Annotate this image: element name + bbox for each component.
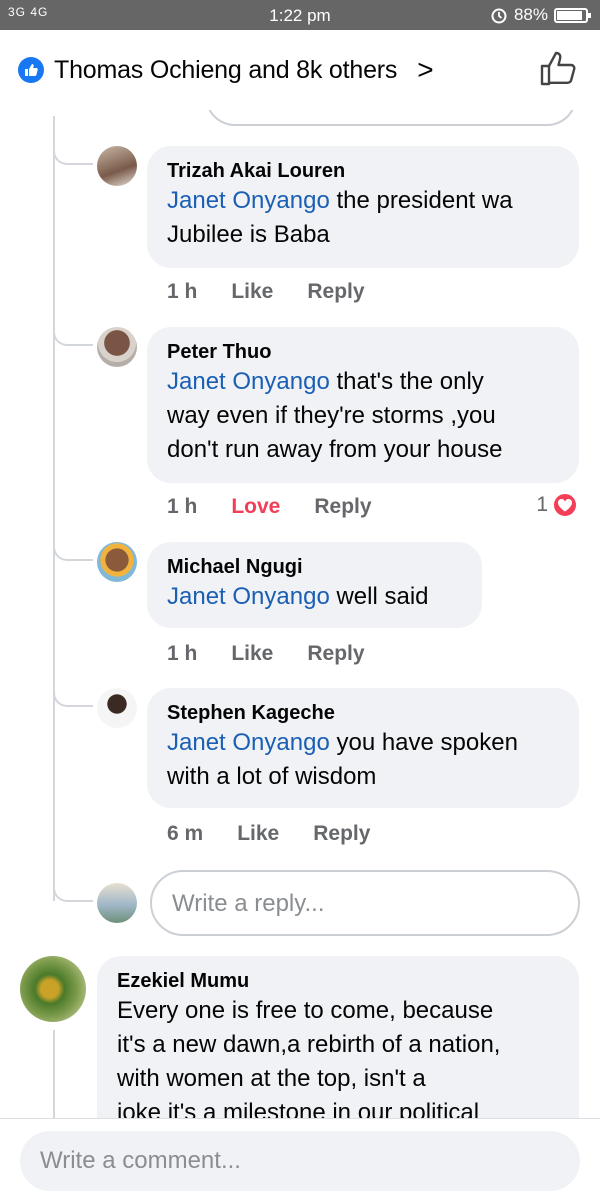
status-right: 88% <box>490 5 591 25</box>
mention-link[interactable]: Janet Onyango <box>167 729 330 756</box>
reply-text-line: you have spoken <box>329 729 518 756</box>
reply-text-line: Jubilee is Baba <box>167 221 330 248</box>
reply-bubble[interactable]: Peter Thuo Janet Onyango that's the only… <box>147 327 579 483</box>
comment-text-line: it's a new dawn,a rebirth of a nation, <box>117 1031 501 1058</box>
like-button[interactable]: Like <box>231 280 273 304</box>
thread-connector <box>53 677 93 707</box>
likes-summary-link[interactable]: Thomas Ochieng and 8k others > <box>18 54 434 86</box>
reply-button[interactable]: Reply <box>307 642 364 666</box>
reply-text: Janet Onyango the president wa Jubilee is… <box>167 184 559 252</box>
reply-bubble[interactable]: Stephen Kageche Janet Onyango you have s… <box>147 688 579 808</box>
status-bar: 3G 4G 1:22 pm 88% <box>0 0 600 30</box>
avatar[interactable] <box>20 956 86 1022</box>
reply-text-line: the president wa <box>329 187 513 214</box>
reply-text-line: that's the only <box>329 368 484 395</box>
reply-time: 1 h <box>167 280 198 303</box>
comment-author[interactable]: Ezekiel Mumu <box>117 968 559 994</box>
comment-text: Every one is free to come, because it's … <box>117 994 559 1130</box>
battery-icon <box>554 7 591 23</box>
reply-time: 6 m <box>167 822 204 845</box>
reply-time: 1 h <box>167 642 198 665</box>
reply-text: Janet Onyango you have spoken with a lot … <box>167 726 559 794</box>
reply-input[interactable]: Write a reply... <box>150 870 580 936</box>
battery-percent: 88% <box>513 5 548 24</box>
reply-actions: 1 h Like Reply <box>167 642 365 666</box>
avatar[interactable] <box>97 688 137 728</box>
heart-icon <box>552 492 578 518</box>
mention-link[interactable]: Janet Onyango <box>167 368 330 395</box>
mention-link[interactable]: Janet Onyango <box>167 187 330 214</box>
reply-text-line: don't run away from your house <box>167 436 503 463</box>
avatar[interactable] <box>97 542 137 582</box>
reply-actions: 1 h Like Reply <box>167 280 365 304</box>
thread-connector <box>53 531 93 561</box>
reply-text-line: well said <box>329 583 429 610</box>
reaction-count[interactable]: 1 <box>536 492 578 518</box>
reply-author[interactable]: Peter Thuo <box>167 339 559 365</box>
battery-fill <box>557 10 582 20</box>
thread-line <box>53 116 55 901</box>
avatar[interactable] <box>97 146 137 186</box>
thread-line <box>53 1030 55 1120</box>
comment-input[interactable]: Write a comment... <box>20 1131 580 1191</box>
reply-text-line: way even if they're storms ,you <box>167 402 496 429</box>
reaction-count-value: 1 <box>536 493 548 516</box>
reply-bubble[interactable]: Michael Ngugi Janet Onyango well said <box>147 542 482 628</box>
chevron-right-icon: > <box>417 54 434 85</box>
my-avatar <box>97 883 137 923</box>
reply-author[interactable]: Stephen Kageche <box>167 700 559 726</box>
thread-connector <box>53 135 93 165</box>
reply-button[interactable]: Reply <box>313 822 370 846</box>
likes-text: Thomas Ochieng and 8k others <box>54 55 398 84</box>
reply-bubble[interactable]: Trizah Akai Louren Janet Onyango the pre… <box>147 146 579 268</box>
like-button[interactable]: Like <box>237 822 279 846</box>
reply-text: Janet Onyango well said <box>167 580 462 614</box>
mention-link[interactable]: Janet Onyango <box>167 583 330 610</box>
thread-connector <box>53 316 93 346</box>
reply-text: Janet Onyango that's the only way even if… <box>167 365 559 467</box>
thumbs-up-icon[interactable] <box>538 48 578 88</box>
comment-text-line: with women at the top, isn't a <box>117 1065 426 1092</box>
reply-author[interactable]: Trizah Akai Louren <box>167 158 559 184</box>
love-button[interactable]: Love <box>231 495 280 519</box>
comment-composer: Write a comment... <box>0 1118 600 1200</box>
thread-connector <box>53 872 93 902</box>
reply-author[interactable]: Michael Ngugi <box>167 554 462 580</box>
comments-sheet: Thomas Ochieng and 8k others > Trizah Ak… <box>0 30 600 1200</box>
reply-text-line: with a lot of wisdom <box>167 763 377 790</box>
like-badge-icon <box>18 57 44 83</box>
like-button[interactable]: Like <box>231 642 273 666</box>
reply-actions: 6 m Like Reply <box>167 822 370 846</box>
avatar[interactable] <box>97 327 137 367</box>
reply-button[interactable]: Reply <box>307 280 364 304</box>
reply-time: 1 h <box>167 495 198 518</box>
reply-actions: 1 h Love Reply <box>167 495 372 519</box>
reactions-header: Thomas Ochieng and 8k others > <box>0 30 600 110</box>
comment-text-line: Every one is free to come, because <box>117 997 494 1024</box>
alarm-icon <box>491 8 507 24</box>
reply-button[interactable]: Reply <box>314 495 371 519</box>
